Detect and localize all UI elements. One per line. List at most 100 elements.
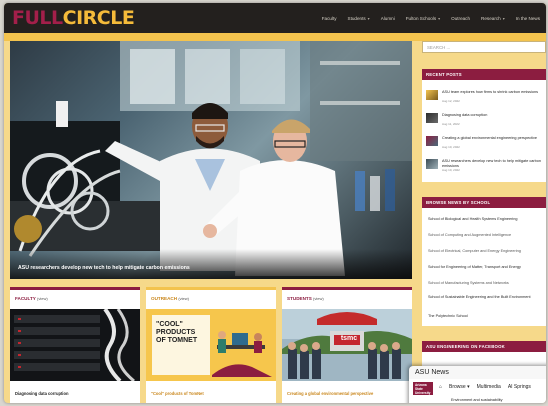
recent-posts-list: ASU team explores how firms to shrink ca… — [422, 80, 546, 182]
post-title: Diagnosing data corruption — [442, 113, 488, 117]
asu-news-nav: ⌂ Browse ▾ Multimedia AI Springs — [439, 384, 531, 390]
post-thumbnail — [426, 113, 438, 123]
hero-caption-overlay — [10, 249, 412, 279]
school-link[interactable]: School of Electrical, Computer and Energ… — [428, 249, 542, 254]
search-input[interactable]: SEARCH ... — [422, 41, 546, 53]
popup-subnav-item[interactable]: Environment and sustainability — [451, 398, 503, 402]
nav-multimedia[interactable]: Multimedia — [477, 384, 501, 390]
post-date: Aug 10, 2022 — [442, 145, 460, 149]
card-title[interactable]: Diagnosing data corruption — [15, 391, 68, 396]
nav-label: Fulton Schools — [405, 15, 437, 21]
school-link[interactable]: School of Manufacturing Systems and Netw… — [428, 281, 542, 286]
nav-item-alumni[interactable]: Alumni — [381, 16, 395, 21]
poster-heading: "COOL" PRODUCTS OF TOMNET — [156, 321, 197, 345]
asu-logo[interactable]: Arizona State University — [413, 382, 433, 395]
facebook-heading: ASU ENGINEERING ON FACEBOOK — [422, 341, 546, 352]
card-outreach[interactable]: OUTREACH (view) "COOL" PRODUCTS OF TOMNE… — [146, 287, 276, 403]
chevron-down-icon: ▾ — [467, 384, 470, 390]
school-links-list: School of Biological and Health Systems … — [422, 208, 546, 326]
hero-photo — [10, 41, 412, 276]
post-date: Aug 11, 2022 — [442, 122, 460, 126]
nav-item-in-the-news[interactable]: In the News — [516, 16, 540, 21]
recent-post-item[interactable]: ASU researchers develop new tech to help… — [426, 158, 542, 173]
card-accent-bar — [282, 287, 412, 290]
recent-post-item[interactable]: ASU team explores how firms to shrink ca… — [426, 89, 542, 104]
recent-posts-heading: RECENT POSTS — [422, 69, 546, 80]
nav-label: Outreach — [451, 15, 471, 21]
home-icon[interactable]: ⌂ — [439, 384, 442, 390]
card-accent-bar — [146, 287, 276, 290]
poster-line-2: PRODUCTS — [156, 329, 196, 336]
hero-caption[interactable]: ASU researchers develop new tech to help… — [18, 265, 190, 271]
post-title: Creating a global environmental engineer… — [442, 136, 537, 140]
post-thumbnail — [426, 159, 438, 169]
card-category-label: OUTREACH — [151, 296, 178, 301]
card-students[interactable]: STUDENTS (view) tsmc Creating a global e… — [282, 287, 412, 403]
gold-strip — [4, 33, 546, 41]
nav-label: In the News — [515, 15, 540, 21]
browser-page: FULLCIRCLE Faculty Students ▾ Alumni Fult… — [4, 3, 546, 403]
card-view-link[interactable]: (view) — [313, 296, 324, 301]
post-title: ASU team explores how firms to shrink ca… — [442, 90, 539, 94]
logo-part-full: FULL — [12, 7, 63, 29]
card-title[interactable]: Creating a global environmental perspect… — [287, 391, 373, 396]
outreach-illustration — [212, 331, 272, 377]
site-logo[interactable]: FULLCIRCLE — [12, 3, 135, 33]
site-header: FULLCIRCLE Faculty Students ▾ Alumni Fult… — [4, 3, 546, 33]
card-view-link[interactable]: (view) — [37, 296, 48, 301]
nav-ai-springs[interactable]: AI Springs — [508, 384, 531, 390]
asu-news-window[interactable]: ASU News Arizona State University ⌂ Brow… — [409, 366, 546, 403]
post-date: Aug 12, 2022 — [442, 99, 460, 103]
server-rack-photo — [10, 309, 140, 381]
post-thumbnail — [426, 90, 438, 100]
card-category: FACULTY (view) — [15, 296, 48, 301]
nav-label: Students — [347, 15, 366, 21]
nav-label: Research — [481, 15, 501, 21]
window-title: ASU News — [415, 369, 449, 376]
post-thumbnail — [426, 136, 438, 146]
chevron-down-icon: ▾ — [367, 15, 370, 21]
sidebar: SEARCH ... RECENT POSTS ASU team explore… — [422, 41, 546, 403]
card-image: "COOL" PRODUCTS OF TOMNET — [146, 309, 276, 381]
main-nav: Faculty Students ▾ Alumni Fulton Schools ▾… — [322, 3, 540, 33]
tsmc-sign: tsmc — [340, 335, 358, 342]
school-link[interactable]: School of Sustainable Engineering and th… — [428, 295, 542, 300]
browse-news-heading: BROWSE NEWS BY SCHOOL — [422, 197, 546, 208]
nav-label: Faculty — [321, 15, 337, 21]
school-link[interactable]: School for Engineering of Matter, Transp… — [428, 265, 542, 270]
nav-item-research[interactable]: Research ▾ — [481, 16, 505, 21]
poster-line-3: OF TOMNET — [156, 337, 198, 344]
asu-news-navbar: Arizona State University ⌂ Browse ▾ Mult… — [409, 379, 546, 403]
school-link[interactable]: School of Biological and Health Systems … — [428, 217, 542, 222]
nav-item-outreach[interactable]: Outreach — [451, 16, 470, 21]
recent-post-item[interactable]: Diagnosing data corruption Aug 11, 2022 — [426, 112, 542, 127]
post-title: ASU researchers develop new tech to help… — [442, 159, 541, 168]
card-category: OUTREACH (view) — [151, 296, 189, 301]
nav-label: Alumni — [380, 15, 395, 21]
nav-item-students[interactable]: Students ▾ — [348, 16, 370, 21]
card-title[interactable]: "Cool" products of TomNet — [151, 391, 204, 396]
nav-item-fulton-schools[interactable]: Fulton Schools ▾ — [406, 16, 440, 21]
nav-label: Browse — [449, 384, 466, 390]
chevron-down-icon: ▾ — [502, 15, 505, 21]
nav-item-faculty[interactable]: Faculty — [322, 16, 337, 21]
card-view-link[interactable]: (view) — [178, 296, 189, 301]
logo-part-circle: CIRCLE — [62, 7, 135, 29]
nav-browse[interactable]: Browse ▾ — [449, 384, 470, 390]
post-date: Aug 10, 2022 — [442, 168, 460, 172]
chevron-down-icon: ▾ — [438, 15, 441, 21]
card-image: tsmc — [282, 309, 412, 381]
poster-panel: "COOL" PRODUCTS OF TOMNET — [152, 315, 210, 375]
card-category-label: FACULTY — [15, 296, 36, 301]
poster-line-1: "COOL" — [156, 321, 183, 328]
recent-post-item[interactable]: Creating a global environmental engineer… — [426, 135, 542, 150]
students-group-photo — [282, 309, 412, 381]
card-category-label: STUDENTS — [287, 296, 312, 301]
card-category: STUDENTS (view) — [287, 296, 324, 301]
school-link[interactable]: The Polytechnic School — [428, 314, 542, 319]
school-link[interactable]: School of Computing and Augmented Intell… — [428, 233, 542, 238]
hero-feature[interactable]: ASU researchers develop new tech to help… — [10, 41, 412, 279]
card-faculty[interactable]: FACULTY (view) Diagnosing data corruptio… — [10, 287, 140, 403]
card-accent-bar — [10, 287, 140, 290]
card-image — [10, 309, 140, 381]
